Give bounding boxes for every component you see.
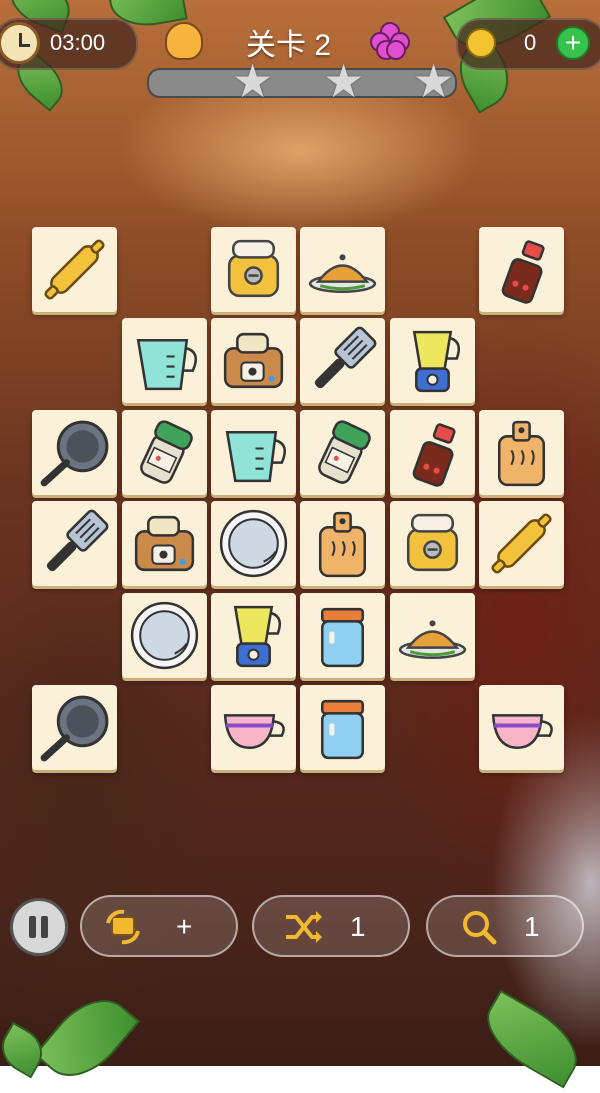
coin-icon bbox=[466, 28, 496, 58]
measuring-cup-icon bbox=[136, 338, 198, 391]
rolling-pin-icon bbox=[491, 513, 552, 574]
plate-icon bbox=[219, 509, 288, 578]
spice-jar-icon bbox=[318, 420, 371, 484]
plate-icon bbox=[130, 601, 199, 670]
tile-sauce-bottle[interactable] bbox=[390, 410, 475, 495]
tile-sauce-bottle[interactable] bbox=[479, 227, 564, 312]
teacup-icon bbox=[223, 714, 285, 750]
timer-value: 03:00 bbox=[50, 30, 106, 55]
frying-pan-icon bbox=[40, 420, 109, 487]
tile-frying-pan[interactable] bbox=[32, 410, 117, 495]
tile-spice-jar[interactable] bbox=[300, 410, 385, 495]
roast-dish-icon bbox=[398, 620, 467, 660]
pause-button[interactable] bbox=[10, 898, 68, 956]
tile-measuring-cup[interactable] bbox=[211, 410, 296, 495]
toaster-icon bbox=[223, 332, 284, 389]
add-coins-button[interactable]: + bbox=[556, 26, 590, 60]
tile-cutting-board[interactable] bbox=[300, 501, 385, 586]
rice-cooker-icon bbox=[227, 239, 280, 298]
tile-rice-cooker[interactable] bbox=[390, 501, 475, 586]
flower-icon bbox=[370, 22, 410, 60]
frying-pan-icon bbox=[40, 695, 109, 762]
sauce-bottle-icon bbox=[412, 423, 456, 487]
cutting-board-icon bbox=[318, 511, 367, 578]
tile-jar[interactable] bbox=[300, 685, 385, 770]
tile-spatula[interactable] bbox=[300, 318, 385, 403]
progress-star-icon: ★ bbox=[232, 55, 274, 107]
spatula-icon bbox=[46, 509, 109, 572]
jar-icon bbox=[320, 607, 365, 668]
tile-jar[interactable] bbox=[300, 593, 385, 678]
coin-panel: 0 + bbox=[456, 18, 600, 70]
hint-count: 1 bbox=[524, 911, 540, 942]
progress-star-icon: ★ bbox=[413, 55, 455, 107]
tile-teacup[interactable] bbox=[479, 685, 564, 770]
tile-teacup[interactable] bbox=[211, 685, 296, 770]
tile-plate[interactable] bbox=[122, 593, 207, 678]
sauce-bottle-icon bbox=[501, 240, 545, 304]
hint-button[interactable]: 1 bbox=[426, 895, 584, 957]
tile-rolling-pin[interactable] bbox=[479, 501, 564, 586]
tile-frying-pan[interactable] bbox=[32, 685, 117, 770]
blender-icon bbox=[412, 330, 461, 393]
spice-jar-icon bbox=[140, 420, 193, 484]
tile-spice-jar[interactable] bbox=[122, 410, 207, 495]
rice-cooker-icon bbox=[406, 513, 459, 572]
tile-spatula[interactable] bbox=[32, 501, 117, 586]
clock-icon bbox=[0, 22, 40, 64]
timer-panel: 03:00 bbox=[0, 18, 138, 70]
blender-icon bbox=[233, 605, 282, 668]
cutting-board-icon bbox=[497, 420, 546, 487]
rolling-pin-icon bbox=[44, 239, 105, 300]
teacup-icon bbox=[491, 714, 553, 750]
shuffle-button[interactable]: 1 bbox=[252, 895, 410, 957]
undo-label: + bbox=[176, 911, 193, 942]
magnifier-icon bbox=[463, 911, 497, 945]
spatula-icon bbox=[314, 326, 377, 389]
coin-count: 0 bbox=[524, 30, 537, 55]
tile-plate[interactable] bbox=[211, 501, 296, 586]
shuffle-icon bbox=[286, 911, 322, 943]
tile-toaster[interactable] bbox=[122, 501, 207, 586]
tile-measuring-cup[interactable] bbox=[122, 318, 207, 403]
tile-toaster[interactable] bbox=[211, 318, 296, 403]
undo-button[interactable]: + bbox=[80, 895, 238, 957]
tile-roast-dish[interactable] bbox=[390, 593, 475, 678]
jar-icon bbox=[320, 699, 365, 760]
measuring-cup-icon bbox=[225, 430, 287, 483]
toaster-icon bbox=[134, 515, 195, 572]
chick-icon bbox=[165, 22, 203, 60]
tile-rice-cooker[interactable] bbox=[211, 227, 296, 312]
undo-photo-icon bbox=[106, 909, 140, 945]
tile-blender[interactable] bbox=[390, 318, 475, 403]
level-progress-bar bbox=[147, 68, 457, 98]
shuffle-count: 1 bbox=[350, 911, 366, 942]
tile-roast-dish[interactable] bbox=[300, 227, 385, 312]
tile-blender[interactable] bbox=[211, 593, 296, 678]
tile-cutting-board[interactable] bbox=[479, 410, 564, 495]
progress-star-icon: ★ bbox=[323, 55, 365, 107]
tile-rolling-pin[interactable] bbox=[32, 227, 117, 312]
roast-dish-icon bbox=[308, 254, 377, 294]
